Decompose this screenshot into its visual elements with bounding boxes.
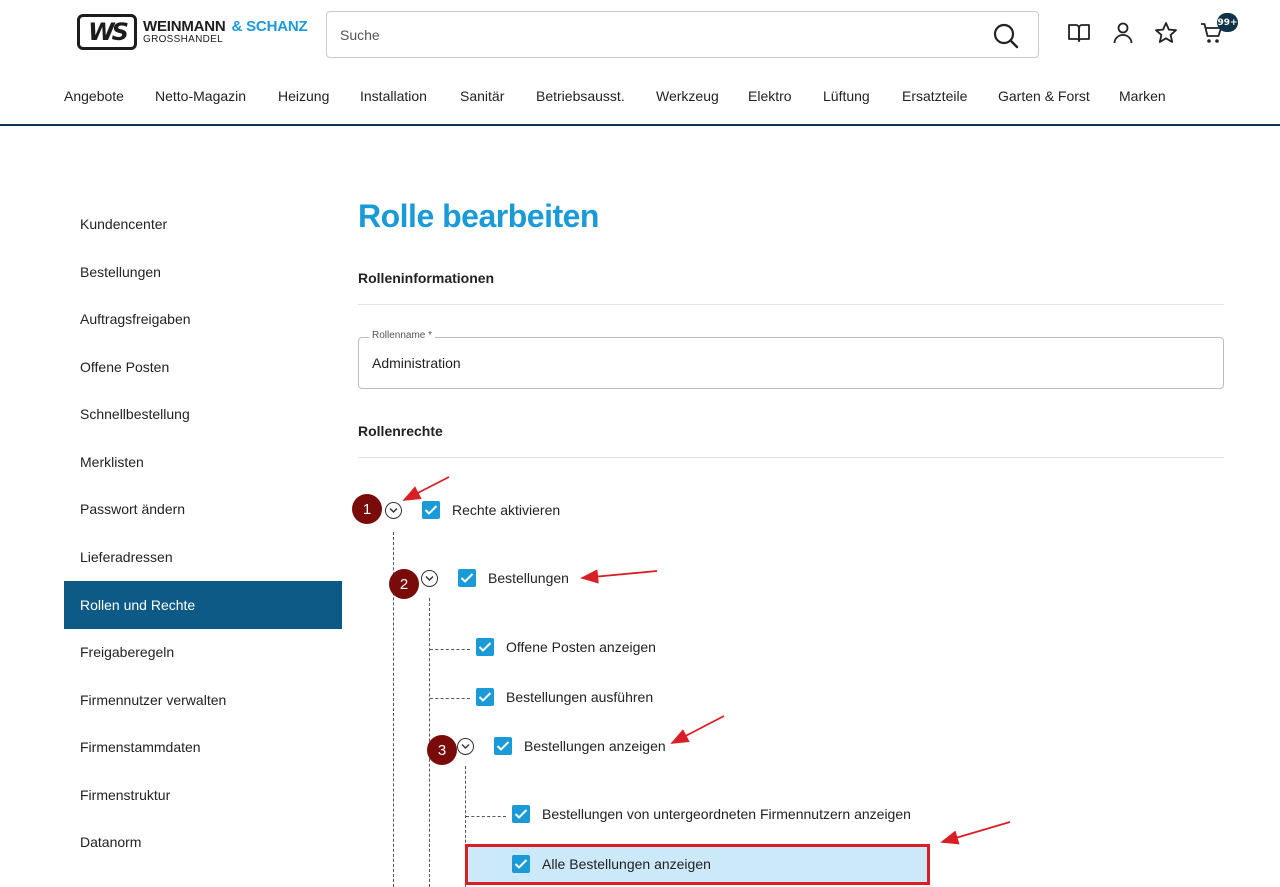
- tree-connector: [466, 816, 506, 817]
- sidebar-item-merklisten[interactable]: Merklisten: [64, 438, 342, 486]
- logo-subline: GROSSHANDEL: [143, 34, 223, 45]
- role-name-field: Rollenname *: [358, 330, 1224, 389]
- label-alle-bestellungen-anzeigen[interactable]: Alle Bestellungen anzeigen: [542, 856, 711, 872]
- sidebar-item-firmennutzer-verwalten[interactable]: Firmennutzer verwalten: [64, 676, 342, 724]
- step-marker-3: 3: [427, 735, 457, 765]
- search-icon[interactable]: [992, 22, 1020, 50]
- nav-item-garten-forst[interactable]: Garten & Forst: [998, 88, 1090, 104]
- sidebar-item-firmenstammdaten[interactable]: Firmenstammdaten: [64, 723, 342, 771]
- nav-item-elektro[interactable]: Elektro: [748, 88, 792, 104]
- label-bestellungen-ausfuehren[interactable]: Bestellungen ausführen: [506, 689, 653, 705]
- checkbox-bestellungen-untergeordnete[interactable]: [512, 805, 530, 823]
- arrow-1: [402, 476, 450, 501]
- book-icon[interactable]: [1066, 20, 1092, 46]
- logo-mark: WS: [77, 14, 137, 50]
- step-marker-2: 2: [389, 569, 419, 599]
- sidebar-item-kundencenter[interactable]: Kundencenter: [64, 200, 342, 248]
- nav-item-werkzeug[interactable]: Werkzeug: [656, 88, 719, 104]
- sidebar-item-passwort-aendern[interactable]: Passwort ändern: [64, 485, 342, 533]
- chevron-down-icon[interactable]: [457, 738, 474, 755]
- chevron-down-icon[interactable]: [385, 502, 402, 519]
- star-icon[interactable]: [1153, 20, 1179, 46]
- cart-count-badge: 99+: [1217, 13, 1238, 32]
- checkbox-bestellungen[interactable]: [458, 569, 476, 587]
- nav-item-lueftung[interactable]: Lüftung: [823, 88, 870, 104]
- label-bestellungen-anzeigen[interactable]: Bestellungen anzeigen: [524, 738, 666, 754]
- step-marker-1: 1: [352, 494, 382, 524]
- checkbox-offene-posten-anzeigen[interactable]: [476, 638, 494, 656]
- user-icon[interactable]: [1110, 20, 1136, 46]
- nav-item-installation[interactable]: Installation: [360, 88, 427, 104]
- label-bestellungen-untergeordnete[interactable]: Bestellungen von untergeordneten Firmenn…: [542, 806, 911, 822]
- arrow-4: [940, 821, 1011, 845]
- logo-brand-accent: & SCHANZ: [231, 18, 308, 35]
- arrow-2: [580, 569, 658, 584]
- divider: [358, 304, 1224, 305]
- sidebar-item-schnellbestellung[interactable]: Schnellbestellung: [64, 390, 342, 438]
- label-bestellungen[interactable]: Bestellungen: [488, 570, 569, 586]
- sidebar-item-datanorm[interactable]: Datanorm: [64, 818, 342, 866]
- label-offene-posten-anzeigen[interactable]: Offene Posten anzeigen: [506, 639, 656, 655]
- sidebar-item-auftragsfreigaben[interactable]: Auftragsfreigaben: [64, 295, 342, 343]
- tree-connector: [430, 698, 470, 699]
- label-rechte-aktivieren[interactable]: Rechte aktivieren: [452, 502, 560, 518]
- nav-item-netto-magazin[interactable]: Netto-Magazin: [155, 88, 246, 104]
- search-box: [326, 11, 1039, 58]
- nav-item-marken[interactable]: Marken: [1119, 88, 1166, 104]
- page-title: Rolle bearbeiten: [358, 198, 599, 234]
- site-header: WS WEINMANN & SCHANZ GROSSHANDEL 99+ Ang: [0, 0, 1280, 126]
- nav-item-sanitaer[interactable]: Sanitär: [460, 88, 504, 104]
- nav-item-heizung[interactable]: Heizung: [278, 88, 329, 104]
- logo[interactable]: WS WEINMANN & SCHANZ GROSSHANDEL: [77, 14, 308, 50]
- checkbox-bestellungen-ausfuehren[interactable]: [476, 688, 494, 706]
- arrow-3: [670, 715, 725, 744]
- sidebar-item-lieferadressen[interactable]: Lieferadressen: [64, 533, 342, 581]
- sidebar-item-freigaberegeln[interactable]: Freigaberegeln: [64, 628, 342, 676]
- search-input[interactable]: [327, 12, 967, 57]
- tree-connector: [430, 649, 470, 650]
- nav-item-betriebsausst[interactable]: Betriebsausst.: [536, 88, 625, 104]
- role-rights-heading: Rollenrechte: [358, 423, 443, 439]
- divider: [358, 457, 1224, 458]
- checkbox-bestellungen-anzeigen[interactable]: [494, 737, 512, 755]
- checkbox-alle-bestellungen-anzeigen[interactable]: [512, 855, 530, 873]
- role-name-input[interactable]: [372, 338, 1212, 388]
- sidebar-item-firmenstruktur[interactable]: Firmenstruktur: [64, 771, 342, 819]
- sidebar-item-bestellungen[interactable]: Bestellungen: [64, 248, 342, 296]
- nav-item-angebote[interactable]: Angebote: [64, 88, 124, 104]
- sidebar-item-offene-posten[interactable]: Offene Posten: [64, 343, 342, 391]
- nav-item-ersatzteile[interactable]: Ersatzteile: [902, 88, 967, 104]
- logo-brand: WEINMANN: [143, 18, 226, 35]
- sidebar-item-rollen-und-rechte[interactable]: Rollen und Rechte: [64, 581, 342, 629]
- role-info-heading: Rolleninformationen: [358, 270, 495, 286]
- chevron-down-icon[interactable]: [421, 570, 438, 587]
- logo-text: WEINMANN & SCHANZ GROSSHANDEL: [143, 18, 308, 45]
- checkbox-rechte-aktivieren[interactable]: [422, 501, 440, 519]
